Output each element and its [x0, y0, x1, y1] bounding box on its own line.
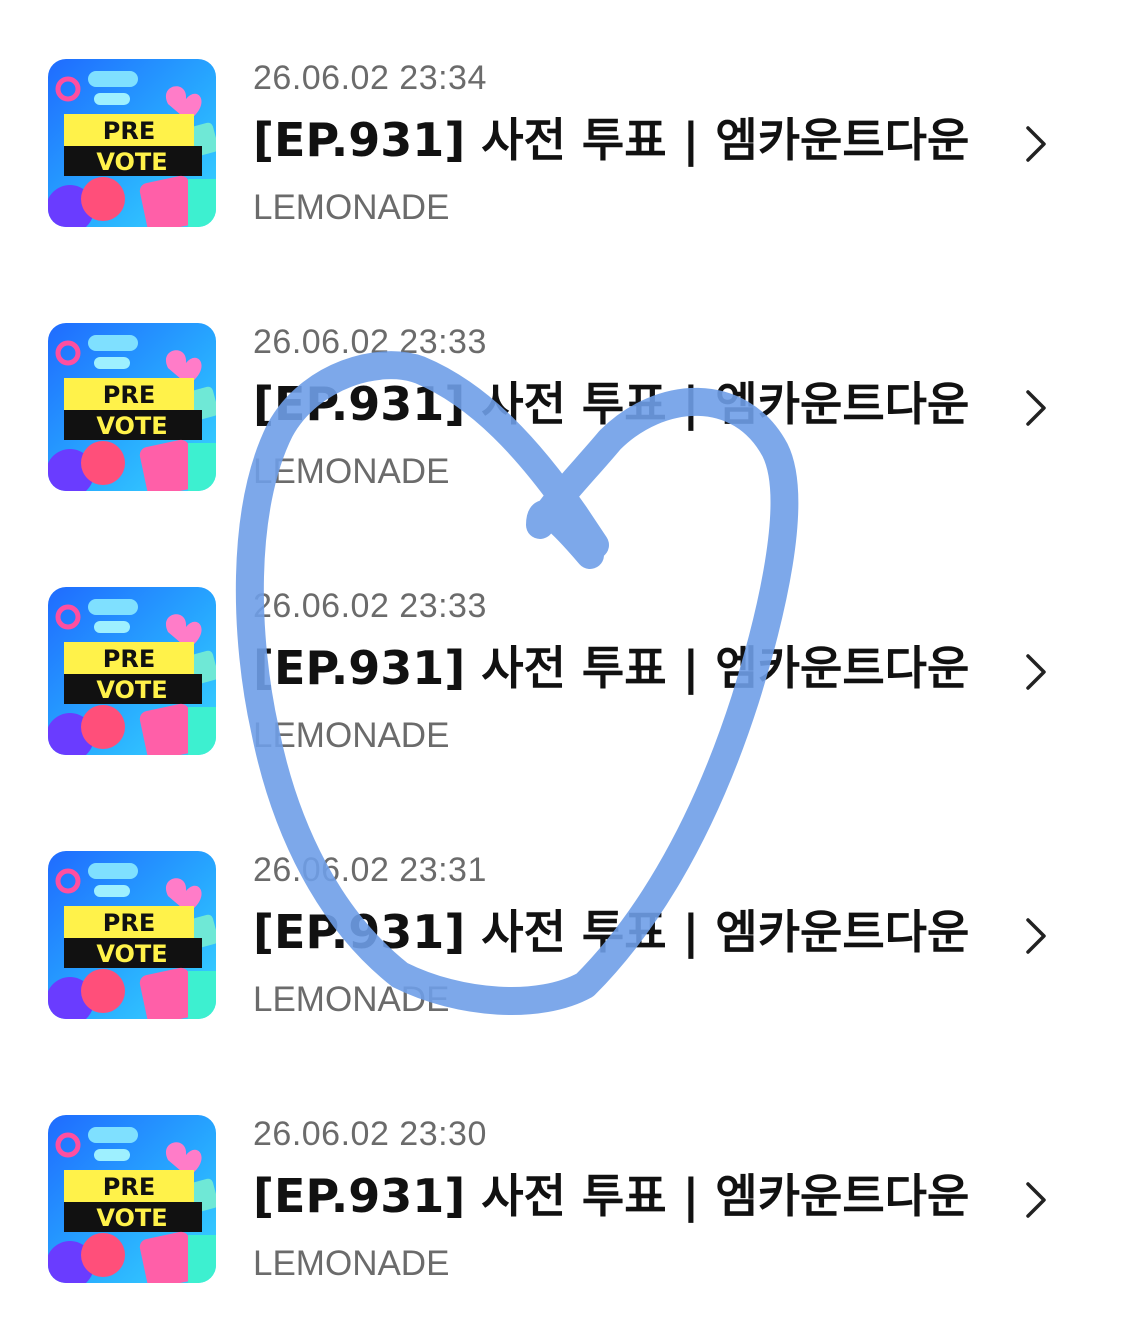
list-item[interactable]: PRE VOTE 26.06.02 23:33 [EP.931] 사전 투표 |… — [0, 264, 1124, 528]
list-item[interactable]: PRE VOTE 26.06.02 23:30 [EP.931] 사전 투표 |… — [0, 1056, 1124, 1320]
thumbnail-image: PRE VOTE — [48, 587, 216, 755]
item-channel: LEMONADE — [253, 1244, 450, 1283]
thumbnail-image: PRE VOTE — [48, 1115, 216, 1283]
item-channel: LEMONADE — [253, 452, 450, 491]
list-item[interactable]: PRE VOTE 26.06.02 23:31 [EP.931] 사전 투표 |… — [0, 792, 1124, 1056]
chevron-right-icon — [1026, 126, 1046, 162]
item-channel: LEMONADE — [253, 716, 450, 755]
item-title: [EP.931] 사전 투표 | 엠카운트다운 — [253, 905, 970, 959]
thumb-text-pre: PRE — [103, 645, 155, 673]
list-item[interactable]: PRE VOTE 26.06.02 23:34 [EP.931] 사전 투표 |… — [0, 0, 1124, 264]
thumb-text-vote: VOTE — [96, 1204, 167, 1232]
list-item[interactable]: PRE VOTE 26.06.02 23:33 [EP.931] 사전 투표 |… — [0, 528, 1124, 792]
chevron-right-icon — [1026, 390, 1046, 426]
item-timestamp: 26.06.02 23:30 — [253, 1115, 487, 1153]
item-timestamp: 26.06.02 23:34 — [253, 59, 487, 97]
item-channel: LEMONADE — [253, 980, 450, 1019]
item-timestamp: 26.06.02 23:33 — [253, 587, 487, 625]
thumb-text-pre: PRE — [103, 1173, 155, 1201]
item-channel: LEMONADE — [253, 188, 450, 227]
item-title: [EP.931] 사전 투표 | 엠카운트다운 — [253, 641, 970, 695]
thumb-text-vote: VOTE — [96, 412, 167, 440]
chevron-right-icon — [1026, 654, 1046, 690]
thumb-text-vote: VOTE — [96, 940, 167, 968]
thumbnail-image: PRE VOTE — [48, 323, 216, 491]
thumb-text-pre: PRE — [103, 117, 155, 145]
thumb-text-vote: VOTE — [96, 148, 167, 176]
thumbnail-image: PRE VOTE — [48, 851, 216, 1019]
chevron-right-icon — [1026, 918, 1046, 954]
item-title: [EP.931] 사전 투표 | 엠카운트다운 — [253, 113, 970, 167]
item-title: [EP.931] 사전 투표 | 엠카운트다운 — [253, 1169, 970, 1223]
item-timestamp: 26.06.02 23:31 — [253, 851, 487, 889]
thumb-text-vote: VOTE — [96, 676, 167, 704]
thumb-text-pre: PRE — [103, 909, 155, 937]
thumbnail-image: PRE VOTE — [48, 59, 216, 227]
item-timestamp: 26.06.02 23:33 — [253, 323, 487, 361]
notification-list: PRE VOTE 26.06.02 23:34 [EP.931] 사전 투표 |… — [0, 0, 1124, 1339]
thumb-text-pre: PRE — [103, 381, 155, 409]
item-title: [EP.931] 사전 투표 | 엠카운트다운 — [253, 377, 970, 431]
chevron-right-icon — [1026, 1182, 1046, 1218]
